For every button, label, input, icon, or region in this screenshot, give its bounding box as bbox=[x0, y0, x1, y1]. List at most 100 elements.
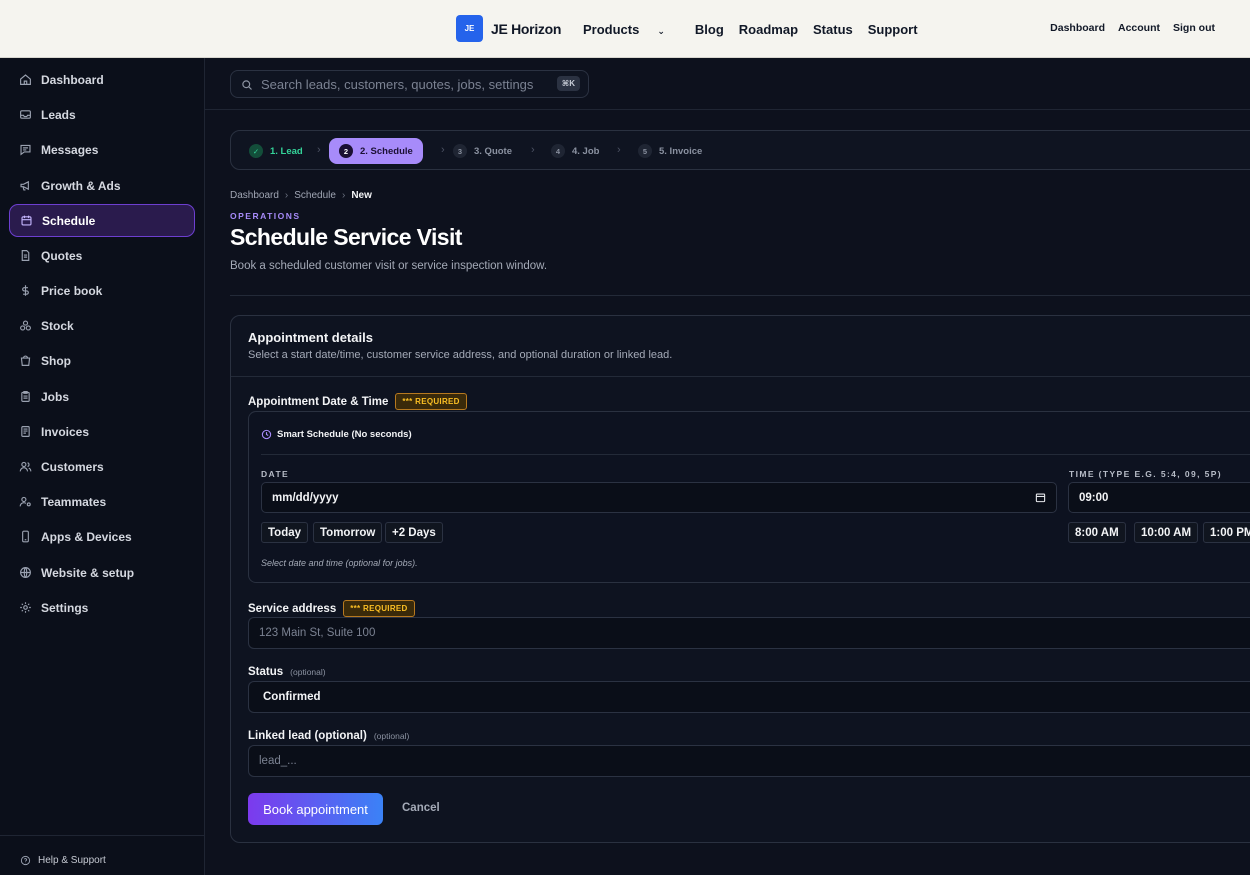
sidebar-item-label: Schedule bbox=[42, 213, 96, 228]
sidebar-item-label: Website & setup bbox=[41, 565, 135, 580]
smart-schedule-panel: Smart Schedule (No seconds) DATE TIME (T… bbox=[248, 411, 1250, 583]
megaphone-icon bbox=[19, 179, 32, 192]
sidebar-item-label: Teammates bbox=[41, 494, 107, 509]
sidebar-item-messages[interactable]: Messages bbox=[9, 133, 195, 166]
search-input[interactable] bbox=[261, 76, 546, 92]
workflow-stepper: ✓ 1. Lead › 2 2. Schedule › 3 3. Quote ›… bbox=[230, 130, 1250, 170]
step-job[interactable]: 4 4. Job bbox=[541, 138, 609, 164]
panel-divider bbox=[261, 454, 1250, 455]
sidebar-item-jobs[interactable]: Jobs bbox=[9, 380, 195, 413]
sidebar-item-invoices[interactable]: Invoices bbox=[9, 415, 195, 448]
appointment-card: Appointment details Select a start date/… bbox=[230, 315, 1250, 843]
status-select[interactable]: Confirmed bbox=[248, 681, 1250, 713]
cancel-button[interactable]: Cancel bbox=[402, 802, 440, 814]
required-badge: *** REQUIRED bbox=[395, 393, 467, 410]
chevron-right-icon: › bbox=[284, 190, 289, 201]
sidebar-item-label: Leads bbox=[41, 107, 76, 122]
sidebar-footer: Help & Support bbox=[0, 835, 204, 875]
chevron-down-icon: ⌄ bbox=[657, 26, 665, 36]
message-icon bbox=[19, 143, 32, 156]
address-label: Service address *** REQUIRED bbox=[248, 600, 415, 617]
users-icon bbox=[19, 460, 32, 473]
sidebar-item-label: Apps & Devices bbox=[41, 529, 132, 544]
home-icon bbox=[19, 73, 32, 86]
help-icon bbox=[20, 855, 31, 866]
step-schedule[interactable]: 2 2. Schedule bbox=[329, 138, 423, 164]
step-invoice[interactable]: 5 5. Invoice bbox=[628, 138, 712, 164]
nav-signout-link[interactable]: Sign out bbox=[1173, 22, 1215, 34]
breadcrumb-schedule[interactable]: Schedule bbox=[294, 190, 336, 201]
brand-logo[interactable]: JE JE Horizon bbox=[456, 15, 561, 42]
search-bar-row: ⌘K bbox=[205, 58, 1250, 110]
datetime-label: Appointment Date & Time *** REQUIRED bbox=[248, 393, 467, 410]
sidebar-item-quotes[interactable]: Quotes bbox=[9, 239, 195, 272]
brand-name: JE Horizon bbox=[491, 20, 562, 37]
sidebar-item-label: Stock bbox=[41, 318, 74, 333]
nav-link-products[interactable]: Products ⌄ bbox=[583, 21, 680, 37]
chip-today[interactable]: Today bbox=[261, 522, 309, 543]
nav-dashboard-link[interactable]: Dashboard bbox=[1050, 22, 1105, 34]
sidebar-item-schedule[interactable]: Schedule bbox=[9, 204, 195, 237]
chip-time-10am[interactable]: 10:00 AM bbox=[1134, 522, 1199, 543]
datetime-hint: Select date and time (optional for jobs)… bbox=[261, 558, 418, 568]
chip-time-1pm[interactable]: 1:00 PM bbox=[1203, 522, 1250, 543]
chip-time-8am[interactable]: 8:00 AM bbox=[1068, 522, 1126, 543]
linked-lead-label: Linked lead (optional) (optional) bbox=[248, 730, 410, 742]
nav-links: Products ⌄ Blog Roadmap Status Support bbox=[583, 21, 933, 37]
breadcrumb-current: New bbox=[351, 190, 372, 201]
nav-account-link[interactable]: Account bbox=[1118, 22, 1160, 34]
breadcrumb-dashboard[interactable]: Dashboard bbox=[230, 190, 279, 201]
help-support-link[interactable]: Help & Support bbox=[20, 855, 106, 866]
sidebar-item-stock[interactable]: Stock bbox=[9, 309, 195, 342]
card-subtitle: Select a start date/time, customer servi… bbox=[248, 349, 673, 361]
search-box[interactable]: ⌘K bbox=[230, 70, 589, 98]
gear-icon bbox=[19, 601, 32, 614]
sidebar-item-label: Messages bbox=[41, 142, 99, 157]
sidebar-item-label: Settings bbox=[41, 600, 89, 615]
nav-link-roadmap[interactable]: Roadmap bbox=[739, 21, 798, 37]
required-badge: *** REQUIRED bbox=[343, 600, 415, 617]
chip-plus-2-days[interactable]: +2 Days bbox=[385, 522, 443, 543]
step-lead[interactable]: ✓ 1. Lead bbox=[239, 138, 313, 164]
address-input[interactable]: 123 Main St, Suite 100 bbox=[248, 617, 1250, 649]
page-title: Schedule Service Visit bbox=[230, 224, 462, 250]
sidebar-item-dashboard[interactable]: Dashboard bbox=[9, 63, 195, 96]
optional-tag: (optional) bbox=[373, 731, 410, 741]
clock-icon bbox=[261, 429, 272, 440]
main-content: ⌘K ✓ 1. Lead › 2 2. Schedule › 3 3. Quot… bbox=[205, 58, 1250, 875]
date-input[interactable]: mm/dd/yyyy bbox=[261, 482, 1057, 513]
sidebar-item-teammates[interactable]: Teammates bbox=[9, 485, 195, 518]
sidebar-item-customers[interactable]: Customers bbox=[9, 450, 195, 483]
boxes-icon bbox=[19, 319, 32, 332]
chevron-right-icon: › bbox=[341, 190, 346, 201]
user-cog-icon bbox=[19, 495, 32, 508]
sidebar-item-label: Invoices bbox=[41, 424, 90, 439]
sidebar-item-settings[interactable]: Settings bbox=[9, 591, 195, 624]
date-caption: DATE bbox=[261, 469, 290, 479]
header-divider bbox=[230, 295, 1250, 296]
nav-link-blog[interactable]: Blog bbox=[695, 21, 724, 37]
calendar-icon bbox=[20, 214, 33, 227]
chip-tomorrow[interactable]: Tomorrow bbox=[313, 522, 383, 543]
step-quote[interactable]: 3 3. Quote bbox=[443, 138, 522, 164]
sidebar-item-price-book[interactable]: Price book bbox=[9, 274, 195, 307]
clipboard-icon bbox=[19, 390, 32, 403]
book-appointment-button[interactable]: Book appointment bbox=[248, 793, 383, 825]
linked-lead-input[interactable]: lead_... bbox=[248, 745, 1250, 777]
calendar-icon[interactable] bbox=[1035, 492, 1046, 503]
keyboard-shortcut-badge: ⌘K bbox=[556, 76, 580, 91]
sidebar-item-website-setup[interactable]: Website & setup bbox=[9, 556, 195, 589]
sidebar-item-label: Price book bbox=[41, 283, 103, 298]
nav-link-status[interactable]: Status bbox=[813, 21, 853, 37]
chevron-right-icon: › bbox=[617, 144, 621, 156]
sidebar-item-growth-ads[interactable]: Growth & Ads bbox=[9, 169, 195, 202]
sidebar-item-shop[interactable]: Shop bbox=[9, 344, 195, 377]
nav-link-support[interactable]: Support bbox=[868, 21, 918, 37]
card-title: Appointment details bbox=[248, 330, 373, 345]
top-navbar: JE JE Horizon Products ⌄ Blog Roadmap Sta… bbox=[0, 0, 1250, 58]
time-input[interactable]: 09:00 bbox=[1068, 482, 1250, 513]
sidebar-item-leads[interactable]: Leads bbox=[9, 98, 195, 131]
sidebar-item-label: Customers bbox=[41, 459, 104, 474]
sidebar-item-apps-devices[interactable]: Apps & Devices bbox=[9, 520, 195, 553]
check-icon: ✓ bbox=[249, 144, 263, 158]
